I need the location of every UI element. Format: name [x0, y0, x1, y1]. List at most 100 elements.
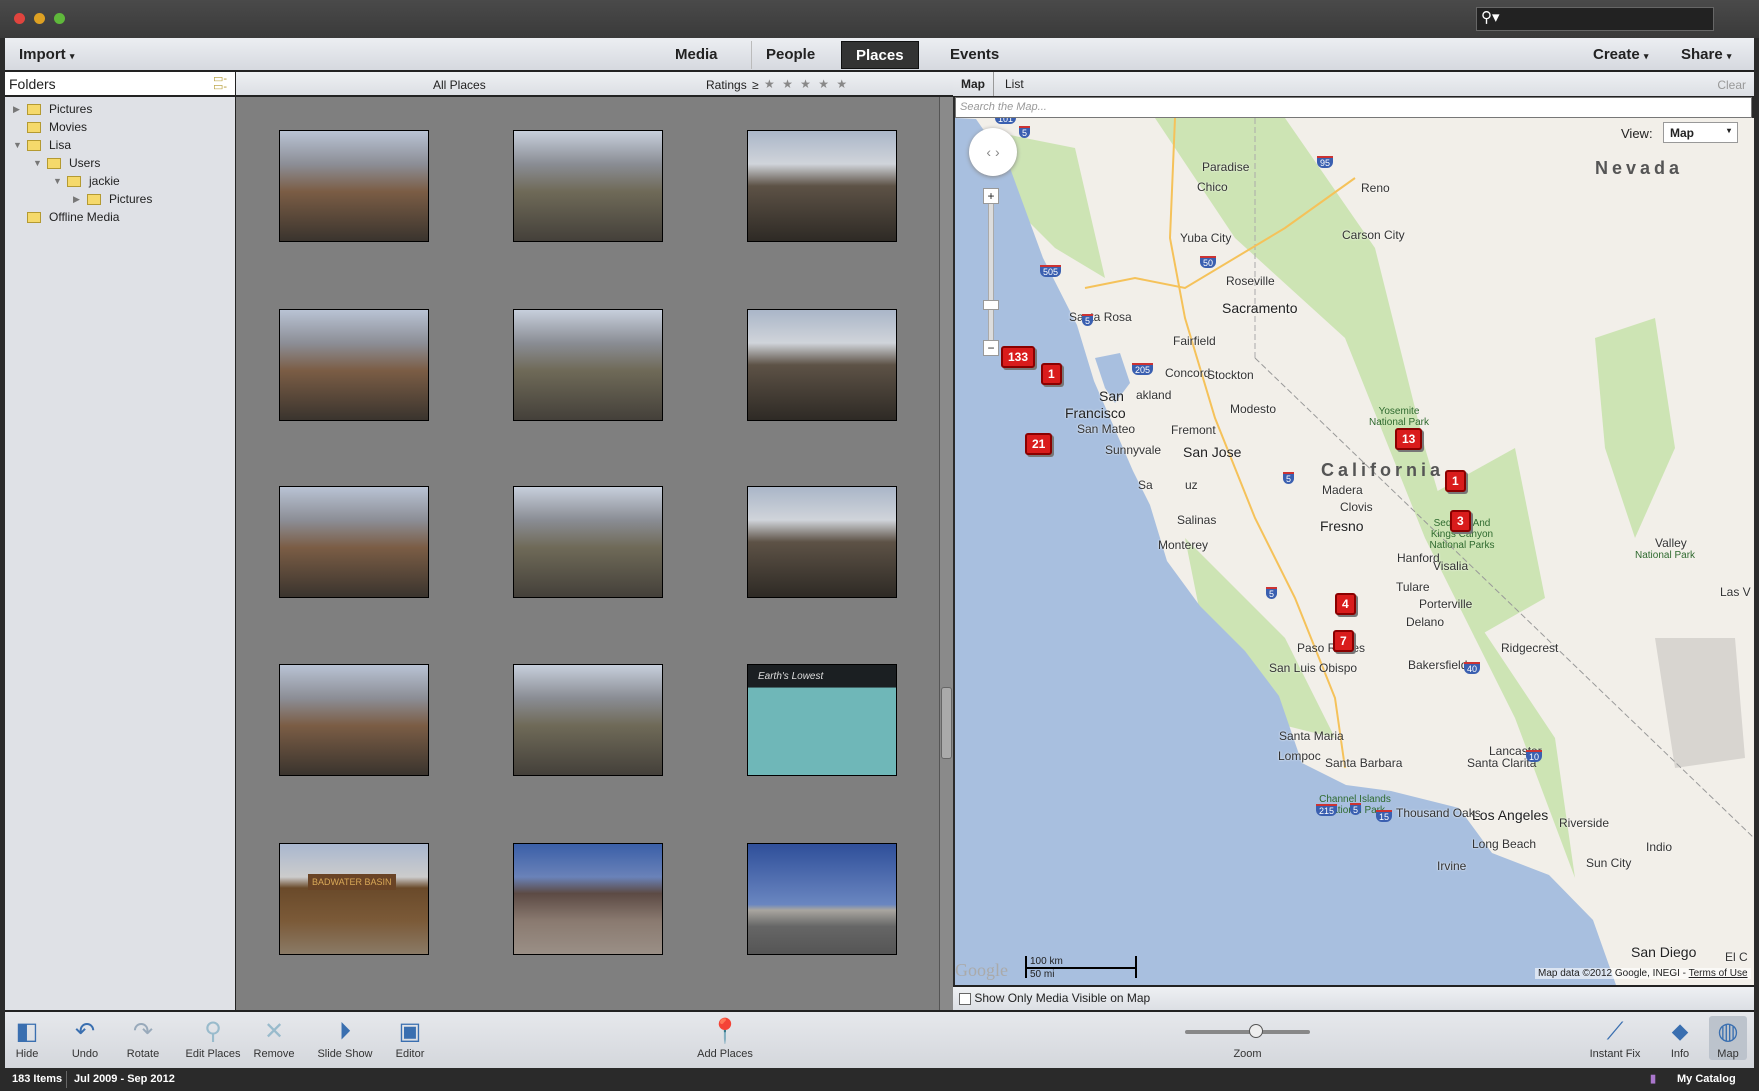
city-label: Valley: [1655, 536, 1687, 550]
photo-thumbnail[interactable]: [513, 664, 663, 776]
photo-thumbnail[interactable]: [513, 843, 663, 955]
city-label: Santa Maria: [1279, 729, 1344, 743]
photo-cluster-marker[interactable]: 13: [1395, 428, 1423, 450]
pan-control[interactable]: ‹ ›: [969, 128, 1017, 176]
folder-item[interactable]: ▼ Lisa: [13, 136, 71, 154]
photo-thumbnail[interactable]: BADWATER BASIN: [279, 843, 429, 955]
photo-thumbnail[interactable]: [513, 486, 663, 598]
expand-right-icon[interactable]: ▶: [13, 104, 27, 115]
editor-button[interactable]: ▣ Editor: [387, 1016, 433, 1060]
minimize-button[interactable]: [34, 13, 45, 24]
scroll-thumb[interactable]: [941, 687, 952, 759]
city-label: Monterey: [1158, 538, 1209, 552]
photo-cluster-marker[interactable]: 133: [1001, 346, 1036, 368]
folder-label: Offline Media: [49, 210, 120, 224]
undo-label: Undo: [71, 1048, 99, 1060]
tab-events[interactable]: Events: [936, 41, 1013, 69]
tab-list[interactable]: List: [1005, 77, 1024, 91]
tab-map[interactable]: Map: [953, 72, 994, 96]
photo-thumbnail[interactable]: [747, 486, 897, 598]
edit-places-button[interactable]: ⚲ Edit Places: [183, 1016, 243, 1060]
photo-cluster-marker[interactable]: 1: [1041, 363, 1062, 385]
folder-item[interactable]: Offline Media: [13, 208, 119, 226]
zoom-slider[interactable]: [988, 188, 994, 348]
highway-shield: 40: [1464, 662, 1481, 674]
city-label: Paso Robles: [1297, 641, 1366, 655]
city-label: Sunnyvale: [1105, 443, 1162, 457]
photo-thumbnail[interactable]: [279, 664, 429, 776]
tab-places[interactable]: Places: [841, 41, 919, 69]
map-button[interactable]: ◍ Map: [1709, 1016, 1747, 1060]
rotate-button[interactable]: ↷ Rotate: [123, 1016, 163, 1060]
expand-down-icon[interactable]: ▼: [53, 176, 67, 186]
folder-icon: [27, 103, 41, 115]
undo-button[interactable]: ↶ Undo: [65, 1016, 105, 1060]
scale-km: 100 km: [1027, 956, 1135, 969]
photo-cluster-marker[interactable]: 21: [1025, 433, 1053, 455]
tab-media[interactable]: Media: [661, 41, 732, 69]
zoom-slider-handle[interactable]: [1249, 1024, 1264, 1038]
photo-thumbnail[interactable]: [279, 309, 429, 421]
folder-item[interactable]: ▼ Users: [33, 154, 100, 172]
slideshow-button[interactable]: ⏵ Slide Show: [313, 1016, 377, 1060]
zoom-button[interactable]: [54, 13, 65, 24]
add-pin-icon: 📍: [710, 1018, 740, 1045]
folder-item[interactable]: ▶ Pictures: [13, 100, 92, 118]
zoom-slider-track[interactable]: [1185, 1016, 1310, 1048]
photo-thumbnail[interactable]: [747, 309, 897, 421]
tab-people[interactable]: People: [751, 41, 829, 69]
add-places-button[interactable]: 📍 Add Places: [691, 1016, 759, 1060]
catalog-name[interactable]: My Catalog: [1677, 1073, 1736, 1085]
folder-item[interactable]: Movies: [13, 118, 87, 136]
show-only-visible-checkbox[interactable]: Show Only Media Visible on Map: [959, 991, 1150, 1005]
expand-down-icon[interactable]: ▼: [33, 158, 47, 168]
map-search-input[interactable]: Search the Map...: [955, 97, 1752, 118]
city-label: Delano: [1406, 615, 1445, 629]
search-input[interactable]: ⚲▾: [1476, 7, 1714, 31]
photo-cluster-marker[interactable]: 7: [1333, 630, 1354, 652]
zoom-in-button[interactable]: +: [983, 188, 999, 204]
share-menu[interactable]: Share ▾: [1681, 46, 1731, 63]
close-button[interactable]: [14, 13, 25, 24]
folders-header: Folders ▭- ▭-: [5, 72, 235, 97]
tree-view-toggle-icon[interactable]: ▭- ▭-: [213, 74, 227, 93]
instant-fix-button[interactable]: ⟋ Instant Fix: [1587, 1016, 1643, 1060]
import-menu[interactable]: Import ▾: [19, 46, 74, 63]
city-label: Clovis: [1340, 500, 1373, 514]
photo-cluster-marker[interactable]: 4: [1335, 593, 1356, 615]
expand-right-icon[interactable]: ▶: [73, 194, 87, 205]
grid-scrollbar[interactable]: [939, 97, 953, 1010]
photo-cluster-marker[interactable]: 3: [1450, 510, 1471, 532]
photo-thumbnail[interactable]: [513, 309, 663, 421]
photo-cluster-marker[interactable]: 1: [1445, 470, 1466, 492]
photo-thumbnail[interactable]: [747, 130, 897, 242]
folder-icon: [27, 121, 41, 133]
clear-button[interactable]: Clear: [1717, 78, 1746, 92]
folder-item[interactable]: ▶ Pictures: [73, 190, 152, 208]
view-select[interactable]: Map ▾: [1663, 122, 1738, 143]
create-menu[interactable]: Create ▾: [1593, 46, 1648, 63]
folder-item[interactable]: ▼ jackie: [53, 172, 120, 190]
view-value: Map: [1670, 126, 1694, 140]
city-label: Los Angeles: [1472, 807, 1549, 823]
info-button[interactable]: ⬥ Info: [1663, 1016, 1697, 1060]
photo-thumbnail[interactable]: [279, 486, 429, 598]
photo-thumbnail[interactable]: Earth's Lowest: [747, 664, 897, 776]
photo-thumbnail[interactable]: [279, 130, 429, 242]
photo-thumbnail[interactable]: [747, 843, 897, 955]
remove-button[interactable]: ✕ Remove: [251, 1016, 297, 1060]
terms-link[interactable]: Terms of Use: [1689, 968, 1748, 979]
hide-button[interactable]: ◧ Hide: [11, 1016, 43, 1060]
park-area: [1655, 638, 1745, 768]
highway-shield: 215: [1316, 804, 1338, 816]
expand-down-icon[interactable]: ▼: [13, 140, 27, 150]
photo-thumbnail[interactable]: [513, 130, 663, 242]
zoom-out-button[interactable]: −: [983, 340, 999, 356]
add-places-label: Add Places: [697, 1048, 753, 1060]
checkbox-box[interactable]: [959, 992, 971, 1005]
ratings-operator[interactable]: ≥: [752, 78, 759, 92]
zoom-handle[interactable]: [983, 300, 999, 310]
ratings-stars[interactable]: ★ ★ ★ ★ ★: [764, 77, 849, 91]
instant-fix-label: Instant Fix: [1589, 1048, 1641, 1060]
map-view[interactable]: ‹ › + − View: Map ▾ Nevada California Parad…: [955, 118, 1754, 985]
